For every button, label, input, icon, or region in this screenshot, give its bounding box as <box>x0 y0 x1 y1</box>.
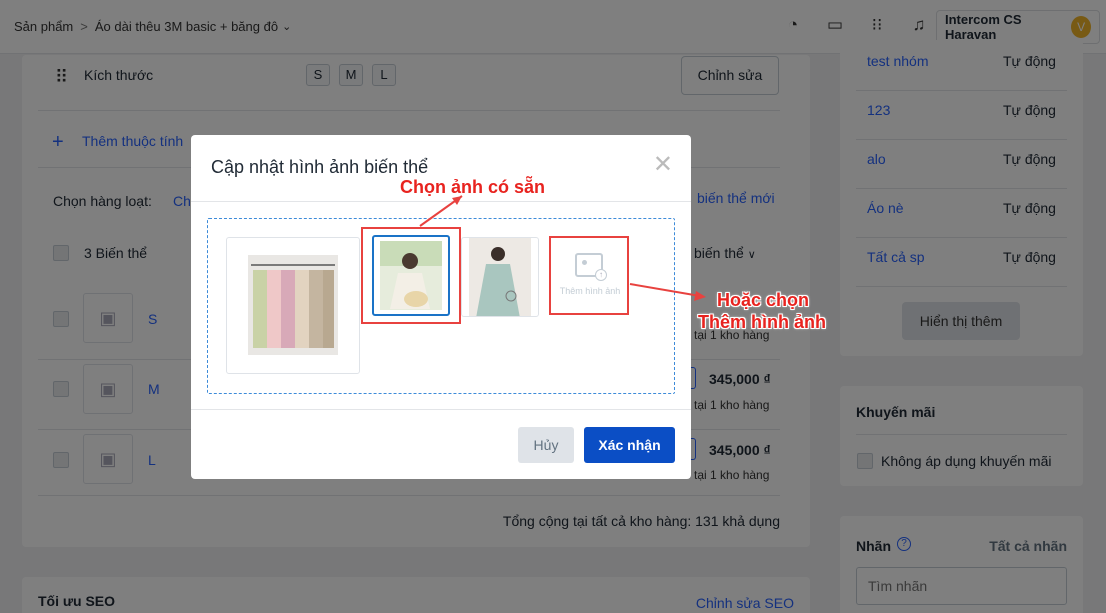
annotation-choose-existing: Chọn ảnh có sẵn <box>400 177 546 197</box>
annotation-or-choose: Hoặc chọn <box>717 290 810 310</box>
annotation-add-image: Thêm hình ảnh <box>698 312 826 332</box>
annotation-arrows <box>419 195 706 301</box>
